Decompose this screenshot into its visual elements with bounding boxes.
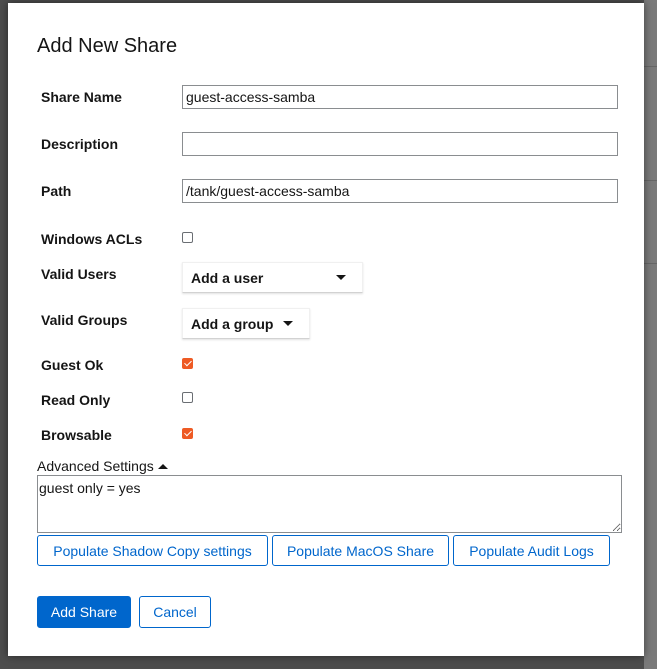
background-page [644,0,657,669]
path-input[interactable] [182,179,618,203]
share-name-input[interactable] [182,85,618,109]
add-share-dialog: Add New Share Share Name Description Pat… [8,3,644,656]
dialog-title: Add New Share [37,35,178,57]
read-only-label: Read Only [41,392,111,408]
caret-up-icon [157,463,168,469]
browsable-checkbox[interactable] [182,428,193,439]
guest-ok-checkbox[interactable] [182,358,193,369]
description-input[interactable] [182,132,618,156]
populate-shadow-copy-button[interactable]: Populate Shadow Copy settings [37,535,268,566]
divider [644,180,657,181]
windows-acls-checkbox[interactable] [182,232,193,243]
caret-down-icon [283,321,293,326]
description-label: Description [41,136,119,152]
windows-acls-label: Windows ACLs [41,231,143,247]
valid-groups-label: Valid Groups [41,312,128,328]
share-name-label: Share Name [41,89,122,105]
populate-macos-share-button[interactable]: Populate MacOS Share [272,535,449,566]
path-label: Path [41,183,72,199]
valid-users-label: Valid Users [41,266,117,282]
advanced-settings-toggle[interactable]: Advanced Settings [37,458,168,474]
cancel-button[interactable]: Cancel [139,596,211,628]
browsable-label: Browsable [41,427,112,443]
valid-users-value: Add a user [191,269,264,286]
advanced-settings-label: Advanced Settings [37,458,154,474]
valid-users-dropdown[interactable]: Add a user [182,262,363,293]
read-only-checkbox[interactable] [182,392,193,403]
divider [644,66,657,67]
divider [644,263,657,264]
advanced-settings-textarea[interactable]: guest only = yes [37,475,622,533]
valid-groups-value: Add a group [191,315,274,332]
caret-down-icon [336,275,346,280]
add-share-button[interactable]: Add Share [37,596,131,628]
valid-groups-dropdown[interactable]: Add a group [182,308,310,339]
populate-audit-logs-button[interactable]: Populate Audit Logs [453,535,610,566]
guest-ok-label: Guest Ok [41,357,104,373]
